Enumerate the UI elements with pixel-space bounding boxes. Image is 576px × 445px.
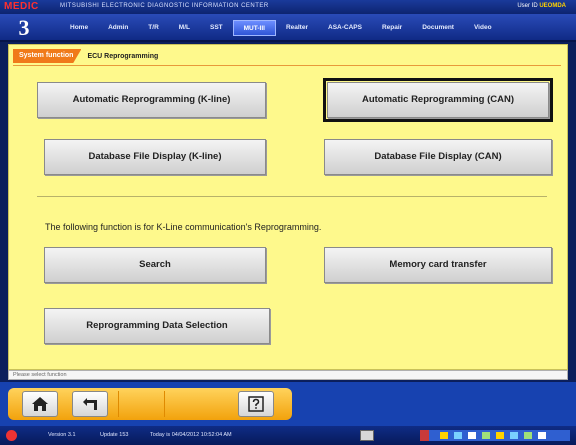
nav-tab-asa-caps[interactable]: ASA-CAPS: [318, 20, 372, 36]
nav-tabs: Home Admin T/R M/L SST MUT-III Realter A…: [60, 20, 502, 36]
database-file-display-can-button[interactable]: Database File Display (CAN): [324, 139, 552, 175]
auto-reprogramming-can-button[interactable]: Automatic Reprogramming (CAN): [323, 78, 553, 122]
bottom-status-bar: Version 3.1 Update 153 Today is 04/04/20…: [0, 426, 576, 445]
database-file-display-kline-button[interactable]: Database File Display (K-line): [44, 139, 266, 175]
memory-card-transfer-button[interactable]: Memory card transfer: [324, 247, 552, 283]
tray-icon: [482, 432, 490, 439]
user-id-display: User ID UEOMDA: [517, 3, 566, 9]
auto-reprogramming-kline-button[interactable]: Automatic Reprogramming (K-line): [37, 82, 266, 118]
nav-tab-admin[interactable]: Admin: [98, 20, 138, 36]
vci-status-icon[interactable]: [360, 430, 374, 441]
tray-icon: [496, 432, 504, 439]
tray-icon: [510, 432, 518, 439]
home-button[interactable]: [22, 391, 58, 417]
home-icon: [32, 397, 48, 411]
nav-tab-realter[interactable]: Realter: [276, 20, 318, 36]
medic-3-logo: 3: [18, 15, 30, 40]
status-logo-icon: [6, 430, 17, 441]
tray-icon: [440, 432, 448, 439]
nav-bar: 3 Home Admin T/R M/L SST MUT-III Realter…: [0, 14, 576, 42]
system-tray: [420, 430, 570, 441]
section-divider: [37, 196, 547, 197]
status-message: Please select function: [8, 370, 568, 380]
update-text: Update 153: [100, 432, 129, 438]
version-text: Version 3.1: [48, 432, 76, 438]
tray-icon: [468, 432, 476, 439]
app-title: MITSUBISHI ELECTRONIC DIAGNOSTIC INFORMA…: [60, 3, 269, 9]
breadcrumb-current: ECU Reprogramming: [87, 52, 159, 60]
return-icon: [83, 398, 97, 410]
tray-icon: [454, 432, 462, 439]
toolbar-empty-slot: [118, 391, 154, 417]
nav-tab-ml[interactable]: M/L: [169, 20, 200, 36]
title-bar: MEDIC MITSUBISHI ELECTRONIC DIAGNOSTIC I…: [0, 0, 576, 14]
nav-tab-video[interactable]: Video: [464, 20, 502, 36]
breadcrumb: System function ECU Reprogramming: [13, 49, 158, 63]
nav-tab-mut3[interactable]: MUT-III: [232, 20, 276, 36]
help-icon: [248, 396, 264, 412]
tray-icon: [538, 432, 546, 439]
breadcrumb-system-function[interactable]: System function: [13, 49, 82, 63]
brand-logo: MEDIC: [4, 1, 39, 12]
kline-info-text: The following function is for K-Line com…: [45, 222, 322, 232]
datetime-text: Today is 04/04/2012 10:52:04 AM: [150, 432, 232, 438]
nav-tab-repair[interactable]: Repair: [372, 20, 412, 36]
return-button[interactable]: [72, 391, 108, 417]
main-content: System function ECU Reprogramming Automa…: [8, 44, 568, 370]
breadcrumb-underline: [13, 65, 561, 66]
tray-icon: [524, 432, 532, 439]
search-button[interactable]: Search: [44, 247, 266, 283]
toolbar-empty-slot: [164, 391, 200, 417]
nav-tab-document[interactable]: Document: [412, 20, 464, 36]
nav-tab-sst[interactable]: SST: [200, 20, 233, 36]
nav-tab-home[interactable]: Home: [60, 20, 98, 36]
nav-tab-tr[interactable]: T/R: [138, 20, 168, 36]
help-button[interactable]: [238, 391, 274, 417]
bottom-toolbar: [0, 382, 576, 426]
reprogramming-data-selection-button[interactable]: Reprogramming Data Selection: [44, 308, 270, 344]
